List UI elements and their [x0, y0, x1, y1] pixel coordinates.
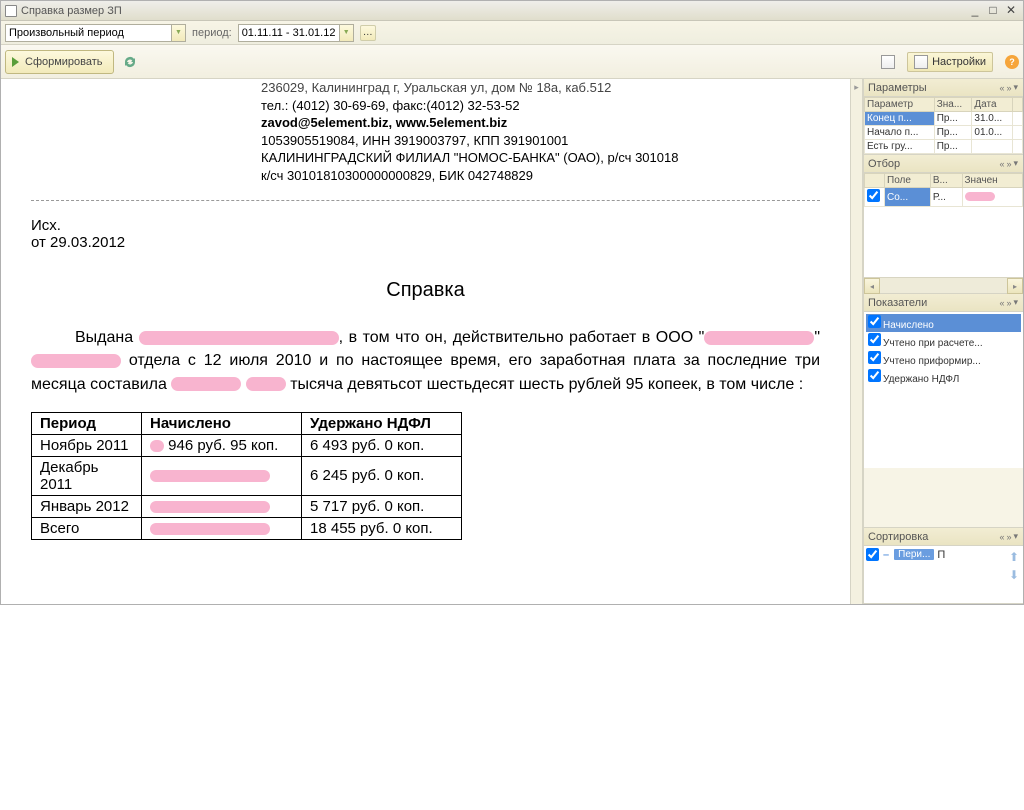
sort-title-bar: Сортировка «»▾ — [864, 528, 1023, 546]
params-panel: Параметры « » ▾ Параметр Зна... Дата — [864, 79, 1023, 155]
th-period: Период — [32, 412, 142, 434]
table-row: Декабрь 2011 6 245 руб. 0 коп. — [32, 456, 462, 495]
filter-table[interactable]: Поле В... Значен Со... Р... — [864, 173, 1023, 207]
window-title: Справка размер ЗП — [21, 5, 122, 17]
params-table[interactable]: Параметр Зна... Дата Конец п...Пр...31.0… — [864, 97, 1023, 154]
scroll-right-icon[interactable]: ▸ — [1007, 278, 1023, 294]
filter-title-bar: Отбор «»▾ — [864, 155, 1023, 173]
period-label: период: — [192, 27, 232, 39]
reg-line: 1053905519084, ИНН 3919003797, КПП 39190… — [261, 132, 820, 150]
grid-toggle-icon[interactable] — [881, 55, 895, 69]
generate-label: Сформировать — [25, 56, 103, 68]
th-accrued: Начислено — [142, 412, 302, 434]
redacted-sum2 — [246, 377, 286, 391]
maximize-button[interactable]: □ — [985, 4, 1001, 18]
th-tax: Удержано НДФЛ — [302, 412, 462, 434]
filter-hscroll[interactable]: ◂ ▸ — [864, 277, 1023, 293]
bank-line1: КАЛИНИНГРАДСКИЙ ФИЛИАЛ "НОМОС-БАНКА" (ОА… — [261, 149, 820, 167]
play-icon — [12, 57, 19, 67]
settings-icon — [914, 55, 928, 69]
params-title-bar: Параметры « » ▾ — [864, 79, 1023, 97]
divider — [31, 200, 820, 201]
redacted-dept — [31, 354, 121, 368]
refresh-icon[interactable] — [122, 54, 138, 70]
help-icon[interactable]: ? — [1005, 55, 1019, 69]
body-text: Выдана , в том что он, действительно раб… — [31, 326, 820, 396]
indicator-item[interactable]: Начислено — [866, 314, 1021, 332]
ish-label: Исх. — [31, 217, 820, 234]
filter-panel: Отбор «»▾ Поле В... Значен — [864, 155, 1023, 294]
period-type-combo[interactable]: ▼ — [5, 24, 186, 42]
redacted-sum1 — [171, 377, 241, 391]
minimize-button[interactable]: _ — [967, 4, 983, 18]
indicators-panel: Показатели «»▾ Начислено Учтено при расч… — [864, 294, 1023, 528]
period-value-input[interactable] — [239, 25, 339, 41]
period-picker-button[interactable]: … — [360, 25, 376, 41]
ish-date: от 29.03.2012 — [31, 234, 820, 251]
indicator-item[interactable]: Учтено при расчете... — [866, 332, 1021, 350]
bank-line2: к/сч 30101810300000000829, БИК 042748829 — [261, 167, 820, 185]
period-value-dd-icon[interactable]: ▼ — [339, 25, 353, 41]
generate-button[interactable]: Сформировать — [5, 50, 114, 74]
sort-item[interactable]: – Пери... П — [864, 546, 1005, 563]
salary-table: Период Начислено Удержано НДФЛ Ноябрь 20… — [31, 412, 462, 540]
addr-line2: тел.: (4012) 30-69-69, факс:(4012) 32-53… — [261, 97, 820, 115]
panel-prev-icon[interactable]: « — [998, 83, 1005, 93]
doc-title: Справка — [31, 279, 820, 302]
indicators-title-bar: Показатели «»▾ — [864, 294, 1023, 312]
toolbar-actions: Сформировать Настройки ? — [1, 45, 1023, 79]
email-line: zavod@5element.biz, www.5element.biz — [261, 114, 820, 132]
sort-check[interactable] — [866, 548, 879, 561]
table-row: Ноябрь 2011 946 руб. 95 коп. 6 493 руб. … — [32, 434, 462, 456]
sort-down-icon[interactable]: ⬇ — [1009, 568, 1019, 582]
table-row: Всего 18 455 руб. 0 коп. — [32, 517, 462, 539]
indicator-item[interactable]: Удержано НДФЛ — [866, 368, 1021, 386]
indicator-item[interactable]: Учтено приформир... — [866, 350, 1021, 368]
addr-line1: 236029, Калининград г, Уральская ул, дом… — [261, 79, 820, 97]
outgoing-block: Исх. от 29.03.2012 — [31, 217, 820, 251]
settings-label: Настройки — [932, 56, 986, 68]
grip-arrow-icon[interactable]: ▸ — [851, 79, 862, 95]
close-button[interactable]: ✕ — [1003, 4, 1019, 18]
indicators-list[interactable]: Начислено Учтено при расчете... Учтено п… — [864, 312, 1023, 388]
redacted-name — [139, 331, 339, 345]
period-type-input[interactable] — [6, 25, 171, 41]
redacted-company — [704, 331, 814, 345]
toolbar-period: ▼ период: ▼ … — [1, 21, 1023, 45]
sort-up-icon[interactable]: ⬆ — [1009, 550, 1019, 564]
document-area: 236029, Калининград г, Уральская ул, дом… — [1, 79, 850, 604]
filter-check[interactable] — [867, 189, 880, 202]
period-value-combo[interactable]: ▼ — [238, 24, 354, 42]
side-panel: Параметры « » ▾ Параметр Зна... Дата — [863, 79, 1023, 604]
panel-min-icon[interactable]: ▾ — [1012, 82, 1019, 93]
sort-panel: Сортировка «»▾ – Пери... П — [864, 528, 1023, 604]
table-row: Январь 2012 5 717 руб. 0 коп. — [32, 495, 462, 517]
titlebar: Справка размер ЗП _ □ ✕ — [1, 1, 1023, 21]
scroll-left-icon[interactable]: ◂ — [864, 278, 880, 294]
period-type-dd-icon[interactable]: ▼ — [171, 25, 185, 41]
doc-icon — [5, 5, 17, 17]
settings-button[interactable]: Настройки — [907, 52, 993, 72]
panel-next-icon[interactable]: » — [1005, 83, 1012, 93]
header-block: 236029, Калининград г, Уральская ул, дом… — [261, 79, 820, 184]
side-grip[interactable]: ▸ — [850, 79, 863, 604]
sort-updown: ⬆ ⬇ — [1005, 546, 1023, 603]
